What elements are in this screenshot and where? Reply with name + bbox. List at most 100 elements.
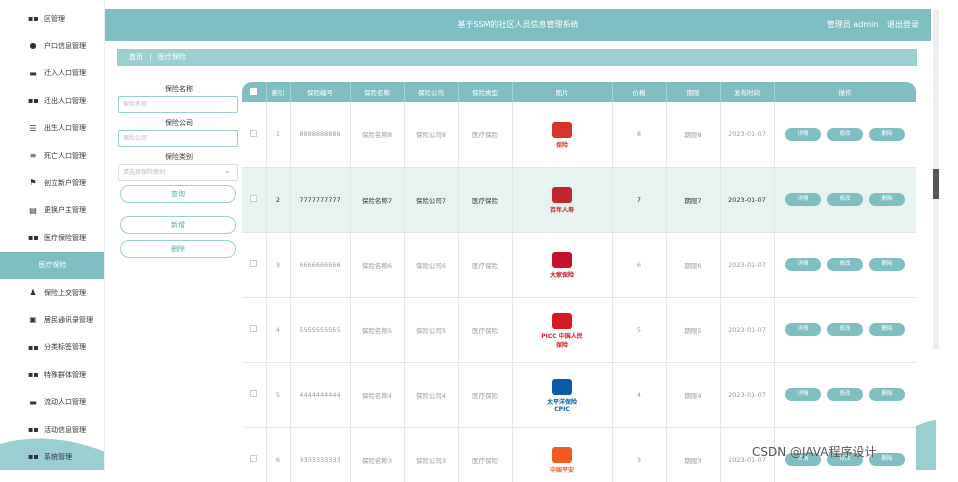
sidebar-item[interactable]: ⚑ 创立新户管理 — [0, 169, 104, 196]
card-icon: ▤ — [29, 205, 37, 215]
page-scrollbar[interactable] — [933, 9, 939, 349]
logo-mark-icon — [552, 447, 572, 463]
row-delete-button[interactable]: 删除 — [869, 388, 905, 401]
detail-button[interactable]: 详情 — [785, 258, 821, 271]
sidebar-item[interactable]: ▪▪ 医疗保险管理 — [0, 224, 104, 251]
sidebar-item[interactable]: ▪▪ 系统管理 — [0, 443, 104, 470]
row-checkbox[interactable] — [250, 260, 258, 267]
row-delete-button[interactable]: 删除 — [869, 127, 905, 141]
row-delete-button[interactable]: 删除 — [869, 258, 905, 271]
cell-idx: 1 — [266, 102, 291, 168]
sidebar-item[interactable]: ▤ 更换户主管理 — [0, 197, 104, 224]
logo-mark-icon — [552, 252, 572, 268]
menu-icon: ☰ — [29, 123, 37, 133]
header-name: 保险名称 — [350, 82, 405, 102]
header-date: 发布时间 — [720, 82, 775, 102]
sidebar-item[interactable]: ▪▪ 迁出人口管理 — [0, 87, 104, 114]
sidebar-item[interactable]: ▪▪ 分类标签管理 — [0, 334, 104, 361]
cell-price: 6 — [612, 232, 667, 298]
cell-name: 保险名称8 — [350, 102, 405, 168]
sidebar-item[interactable]: ▬ 流动人口管理 — [0, 389, 104, 416]
cell-actions: 详情 修改 删除 — [774, 102, 916, 168]
row-delete-button[interactable]: 删除 — [869, 323, 905, 336]
row-checkbox[interactable] — [250, 325, 258, 332]
insurance-name-input[interactable]: 保险名称 — [118, 96, 238, 113]
sidebar-item[interactable]: ▪▪ 活动信息管理 — [0, 416, 104, 443]
cell-image: 大家保险 — [512, 232, 613, 298]
cell-name: 保险名称4 — [350, 362, 405, 428]
edit-button[interactable]: 修改 — [827, 193, 863, 206]
detail-button[interactable]: 详情 — [785, 388, 821, 401]
cell-idx: 5 — [266, 362, 291, 428]
cell-image: PICC 中国人民保险 — [512, 297, 613, 363]
insurance-logo-image: PICC 中国人民保险 — [539, 310, 585, 350]
logo-mark-icon — [552, 312, 572, 329]
logout-link[interactable]: 退出登录 — [887, 20, 919, 29]
sidebar-item[interactable]: ● 户口信息管理 — [0, 32, 104, 59]
cell-term: 期限3 — [666, 427, 721, 482]
sidebar-item[interactable]: ▪▪ 区管理 — [0, 5, 104, 32]
cell-term: 期限4 — [666, 362, 721, 428]
sidebar-item-label: 医疗保险 — [38, 261, 67, 270]
logo-text: 大家保险 — [549, 272, 574, 279]
table-row[interactable]: 1 8888888888 保险名称8 保险公司8 医疗保险 保险 8 期限8 2023-01-0… — [242, 102, 916, 168]
edit-button[interactable]: 修改 — [827, 258, 863, 271]
select-all-checkbox[interactable] — [250, 87, 258, 95]
row-checkbox[interactable] — [250, 455, 258, 462]
sidebar-item[interactable]: ☰ 出生人口管理 — [0, 115, 104, 142]
row-checkbox[interactable] — [250, 195, 258, 202]
edit-button[interactable]: 修改 — [827, 388, 863, 401]
cell-type: 医疗保险 — [458, 102, 513, 168]
logo-text: PICC 中国人民保险 — [541, 332, 583, 349]
table-row[interactable]: 4 5555555555 保险名称5 保险公司5 医疗保险 PICC 中国人民保险 5 期限5… — [242, 297, 916, 363]
cell-price: 3 — [612, 427, 667, 482]
sidebar-item[interactable]: ≡ 死亡人口管理 — [0, 142, 104, 169]
row-delete-button[interactable]: 删除 — [869, 193, 905, 206]
query-button[interactable]: 查询 — [120, 185, 236, 203]
cell-type: 医疗保险 — [458, 362, 513, 428]
logo-mark-icon — [552, 378, 572, 395]
add-button[interactable]: 新增 — [120, 216, 236, 234]
sidebar-item[interactable]: ▪▪ 特殊群体管理 — [0, 361, 104, 388]
table-row[interactable]: 3 6666666666 保险名称6 保险公司6 医疗保险 大家保险 6 期限6 2023-01… — [242, 232, 916, 298]
cell-price: 7 — [612, 167, 667, 233]
edit-button[interactable]: 修改 — [827, 127, 863, 141]
scrollbar-thumb[interactable] — [933, 169, 939, 199]
sidebar-item-label: 户口信息管理 — [44, 41, 86, 50]
logo-mark-icon — [552, 187, 572, 203]
row-select-cell — [242, 427, 267, 482]
sidebar-item[interactable]: 医疗保险 — [0, 251, 104, 279]
sidebar-item[interactable]: ♟ 保险上交管理 — [0, 279, 104, 306]
edit-button[interactable]: 修改 — [827, 323, 863, 336]
sidebar-item-label: 迁出人口管理 — [44, 96, 86, 105]
insurance-company-input[interactable]: 保险公司 — [118, 130, 238, 147]
sidebar-item-label: 活动信息管理 — [44, 425, 86, 434]
sidebar-item-label: 流动人口管理 — [44, 398, 86, 407]
cell-company: 保险公司4 — [404, 362, 459, 428]
delete-button[interactable]: 删除 — [120, 240, 236, 258]
user-role: 管理员 admin — [826, 20, 879, 29]
cell-company: 保险公司5 — [404, 297, 459, 363]
detail-button[interactable]: 详情 — [785, 127, 821, 141]
cell-code: 8888888888 — [290, 102, 351, 168]
sidebar-item[interactable]: ▬ 迁入人口管理 — [0, 60, 104, 87]
cell-code: 5555555555 — [290, 297, 351, 363]
header-term: 期限 — [666, 82, 721, 102]
sidebar: ▪▪ 区管理 ● 户口信息管理 ▬ 迁入人口管理 ▪▪ 迁出人口管理 ☰ 出生人口管理 ≡ 死亡人口管… — [0, 0, 105, 470]
table-row[interactable]: 2 7777777777 保险名称7 保险公司7 医疗保险 百年人寿 7 期限7 2023-01… — [242, 167, 916, 233]
breadcrumb-home[interactable]: 首页 — [129, 53, 143, 61]
sidebar-item[interactable]: ▣ 居民通讯录管理 — [0, 306, 104, 333]
cell-actions: 详情 修改 删除 — [774, 297, 916, 363]
row-checkbox[interactable] — [250, 129, 258, 137]
detail-button[interactable]: 详情 — [785, 193, 821, 206]
row-checkbox[interactable] — [250, 390, 258, 397]
cell-term: 期限7 — [666, 167, 721, 233]
sidebar-item-label: 分类标签管理 — [44, 343, 86, 352]
detail-button[interactable]: 详情 — [785, 323, 821, 336]
cell-code: 7777777777 — [290, 167, 351, 233]
table-row[interactable]: 5 4444444444 保险名称4 保险公司4 医疗保险 太平洋保险 CPIC 4 期限4 2… — [242, 362, 916, 428]
logo-text: 太平洋保险 CPIC — [546, 398, 577, 413]
insurance-type-select[interactable]: 请选择保险类别 — [118, 163, 238, 181]
cell-image: 太平洋保险 CPIC — [512, 362, 613, 428]
sidebar-item-label: 系统管理 — [44, 452, 72, 461]
